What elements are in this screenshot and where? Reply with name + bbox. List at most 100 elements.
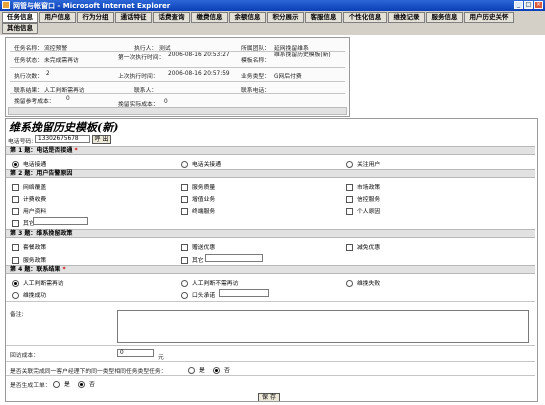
tab-user-care-history[interactable]: 用户历史关怀 — [464, 12, 514, 23]
q1-option-connected[interactable]: 电话接通 — [12, 159, 46, 168]
q4-option-success[interactable]: 维挽成功 — [12, 290, 46, 299]
q2-option-credit[interactable]: 信控服务 — [346, 194, 380, 203]
radio-icon[interactable] — [188, 367, 195, 374]
tab-personal-info[interactable]: 个性化信息 — [343, 12, 387, 23]
checkbox-icon[interactable] — [181, 184, 188, 191]
required-mark: * — [62, 266, 66, 273]
tab-user-info[interactable]: 用户信息 — [39, 12, 76, 23]
same-task-yes[interactable]: 是 — [188, 365, 205, 374]
radio-icon[interactable] — [53, 381, 60, 388]
q2-option-other[interactable]: 其它 — [12, 218, 35, 227]
gen-ticket-yes[interactable]: 是 — [53, 379, 70, 388]
radio-icon[interactable] — [181, 161, 188, 168]
q2-other-input[interactable] — [33, 217, 88, 225]
app-icon — [2, 1, 10, 9]
checkbox-icon[interactable] — [346, 208, 353, 215]
tab-payment-info[interactable]: 缴费信息 — [191, 12, 228, 23]
minimize-button[interactable]: _ — [514, 1, 523, 9]
checkbox-icon[interactable] — [181, 196, 188, 203]
q3-option-service[interactable]: 服务政策 — [12, 255, 46, 264]
radio-icon[interactable] — [12, 292, 19, 299]
q4-option-revisit[interactable]: 人工判断需再访 — [12, 278, 64, 287]
remark-textarea[interactable] — [117, 310, 529, 343]
q1-option-watch-user[interactable]: 关注用户 — [346, 159, 380, 168]
radio-icon[interactable] — [181, 292, 188, 299]
tab-behavior-group[interactable]: 行为分组 — [77, 12, 114, 23]
tab-balance-info[interactable]: 余额信息 — [229, 12, 266, 23]
q1-option-not-connected[interactable]: 电话关接通 — [181, 159, 221, 168]
checkbox-icon[interactable] — [12, 208, 19, 215]
option-label: 服务质量 — [192, 185, 216, 191]
q4-option-no-revisit[interactable]: 人工判断不需再访 — [181, 278, 238, 287]
close-button[interactable]: × — [534, 1, 543, 9]
checkbox-icon[interactable] — [181, 208, 188, 215]
option-label: 其它 — [192, 258, 204, 264]
maximize-button[interactable]: □ — [524, 1, 533, 9]
tab-task-info[interactable]: 任务信息 — [2, 12, 38, 23]
checkbox-icon[interactable] — [346, 244, 353, 251]
divider — [6, 345, 535, 346]
checkbox-icon[interactable] — [12, 244, 19, 251]
radio-icon[interactable] — [213, 367, 220, 374]
save-button[interactable]: 保 存 — [258, 393, 280, 401]
radio-icon[interactable] — [78, 381, 85, 388]
option-label: 计费收费 — [23, 197, 47, 203]
q2-option-market[interactable]: 市场政策 — [346, 182, 380, 191]
task-status-label: 任务状态： — [14, 58, 43, 64]
checkbox-icon[interactable] — [346, 196, 353, 203]
checkbox-icon[interactable] — [181, 257, 188, 264]
q2-option-vas[interactable]: 增值业务 — [181, 194, 215, 203]
last-exec-value: 2006-08-16 20:57:59 — [168, 71, 230, 77]
panel-scrollbar[interactable] — [8, 107, 347, 115]
tab-service-info[interactable]: 客服信息 — [305, 12, 342, 23]
form-title-text: 维系挽留历史模板(新) — [9, 121, 119, 134]
q2-title: 第 2 题：用户告警原因 — [10, 170, 73, 177]
q4-promise-input[interactable] — [219, 289, 269, 297]
tab-service-detail[interactable]: 服务信息 — [426, 12, 463, 23]
option-label: 赠送优惠 — [192, 245, 216, 251]
tab-bill-query[interactable]: 话费查询 — [153, 12, 190, 23]
checkbox-icon[interactable] — [12, 220, 19, 227]
radio-icon[interactable] — [181, 280, 188, 287]
checkbox-icon[interactable] — [346, 184, 353, 191]
tab-call-features[interactable]: 通话特征 — [115, 12, 152, 23]
q4-option-promise[interactable]: 口头承诺 — [181, 290, 215, 299]
q4-header: 第 4 题：联系结果 * — [6, 265, 535, 274]
q2-option-billing[interactable]: 计费收费 — [12, 194, 46, 203]
cost-input[interactable]: 0 — [117, 349, 154, 357]
q3-other-input[interactable] — [205, 254, 263, 262]
q3-title: 第 3 题：维系挽留政策 — [10, 230, 73, 237]
checkbox-icon[interactable] — [12, 257, 19, 264]
gen-ticket-no[interactable]: 否 — [78, 379, 95, 388]
q2-option-user-data[interactable]: 用户资料 — [12, 206, 46, 215]
phone-input[interactable]: 13302675678 — [35, 135, 90, 143]
call-out-button[interactable]: 呼 出 — [92, 135, 111, 144]
template-label: 模板名称： — [241, 58, 270, 64]
q3-option-other[interactable]: 其它 — [181, 255, 204, 264]
same-task-no[interactable]: 否 — [213, 365, 230, 374]
checkbox-icon[interactable] — [12, 184, 19, 191]
tab-other-info[interactable]: 其他信息 — [2, 23, 38, 34]
checkbox-icon[interactable] — [181, 244, 188, 251]
radio-icon[interactable] — [346, 161, 353, 168]
radio-icon[interactable] — [12, 161, 19, 168]
cost-unit: 元 — [158, 355, 164, 361]
q3-option-discount[interactable]: 减免优惠 — [346, 242, 380, 251]
exec-count-label: 执行次数： — [14, 74, 43, 80]
q2-option-network[interactable]: 网络覆盖 — [12, 182, 46, 191]
checkbox-icon[interactable] — [12, 196, 19, 203]
q4-option-failed[interactable]: 维挽失败 — [346, 278, 380, 287]
radio-icon[interactable] — [12, 280, 19, 287]
first-exec-value: 2006-08-16 20:53:27 — [168, 52, 230, 58]
q2-option-terminal[interactable]: 终端服务 — [181, 206, 215, 215]
q3-option-gift[interactable]: 赠送优惠 — [181, 242, 215, 251]
tab-retention-records[interactable]: 维挽记录 — [388, 12, 425, 23]
radio-icon[interactable] — [346, 280, 353, 287]
q1-header: 第 1 题：电话是否接通 * — [6, 146, 535, 155]
q2-option-quality[interactable]: 服务质量 — [181, 182, 215, 191]
required-mark: * — [74, 147, 78, 154]
q3-option-package[interactable]: 套餐政策 — [12, 242, 46, 251]
tab-points[interactable]: 积分展示 — [267, 12, 304, 23]
q2-option-personal[interactable]: 个人原因 — [346, 206, 380, 215]
option-label: 电话关接通 — [192, 162, 221, 168]
